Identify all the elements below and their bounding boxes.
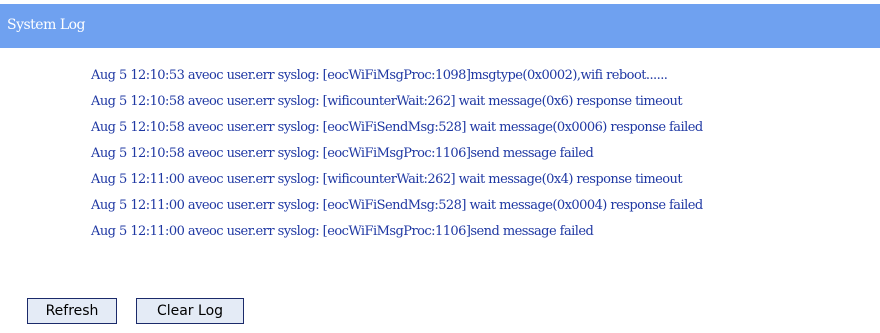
page-title: System Log	[7, 17, 86, 33]
log-entry: Aug 5 12:11:00 aveoc user.err syslog: [e…	[91, 224, 594, 239]
log-entry: Aug 5 12:11:00 aveoc user.err syslog: [w…	[91, 172, 683, 187]
log-entry: Aug 5 12:10:53 aveoc user.err syslog: [e…	[91, 68, 668, 83]
log-entry: Aug 5 12:10:58 aveoc user.err syslog: [e…	[91, 146, 594, 161]
system-log-list: Aug 5 12:10:53 aveoc user.err syslog: [e…	[0, 63, 880, 245]
log-entry: Aug 5 12:10:58 aveoc user.err syslog: [w…	[91, 94, 683, 109]
clear-log-button[interactable]: Clear Log	[136, 298, 244, 324]
refresh-button[interactable]: Refresh	[27, 298, 117, 324]
log-entry: Aug 5 12:11:00 aveoc user.err syslog: [e…	[91, 198, 703, 213]
section-header: System Log	[0, 4, 880, 48]
log-entry: Aug 5 12:10:58 aveoc user.err syslog: [e…	[91, 120, 703, 135]
